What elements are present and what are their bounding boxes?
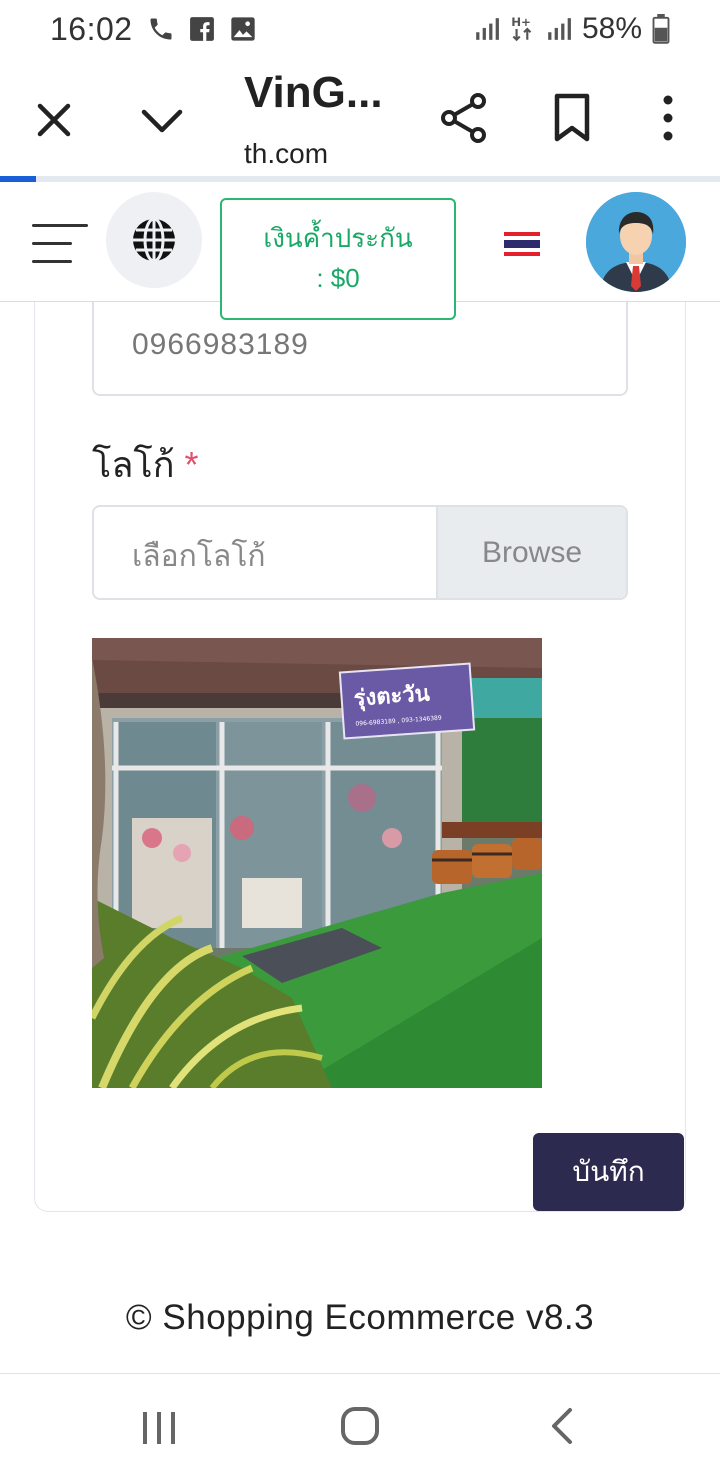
logo-file-placeholder: เลือกโลโก้ xyxy=(132,540,266,573)
browse-button[interactable]: Browse xyxy=(436,507,626,598)
url-text: th.com xyxy=(244,138,329,169)
close-icon[interactable] xyxy=(30,96,78,144)
home-icon[interactable] xyxy=(340,1406,380,1446)
save-button[interactable]: บันทึก xyxy=(533,1133,684,1211)
logo-label: โลโก้ * xyxy=(92,436,199,493)
gallery-icon xyxy=(230,17,255,41)
page-url[interactable]: th.com xyxy=(244,138,328,170)
data-icon: H+ xyxy=(511,15,532,42)
logo-file-input[interactable]: เลือกโลโก้ Browse xyxy=(92,505,628,600)
more-vert-icon[interactable] xyxy=(650,92,686,144)
deposit-label: เงินค้ำประกัน xyxy=(263,223,413,253)
phone-icon xyxy=(150,18,172,40)
logo-preview-image: รุ่งตะวัน 096-6983189 , 093-1346389 xyxy=(92,638,542,1088)
deposit-value: : $0 xyxy=(316,263,360,293)
browser-toolbar: VinG... th.com xyxy=(0,58,720,178)
back-icon[interactable] xyxy=(546,1406,578,1446)
menu-icon[interactable] xyxy=(32,222,88,266)
deposit-balance[interactable]: เงินค้ำประกัน : $0 xyxy=(220,198,456,320)
logo-label-text: โลโก้ xyxy=(92,444,175,485)
language-button[interactable] xyxy=(106,192,202,288)
signal-icon xyxy=(548,18,571,40)
system-nav-bar xyxy=(0,1373,720,1480)
footer-copyright: © Shopping Ecommerce v8.3 xyxy=(125,1298,595,1337)
status-time: 16:02 xyxy=(50,10,133,47)
facebook-icon xyxy=(189,17,214,41)
page-title[interactable]: VinG... xyxy=(244,68,383,118)
bookmark-icon[interactable] xyxy=(548,92,596,144)
svg-text:H+: H+ xyxy=(511,15,531,29)
avatar-icon[interactable] xyxy=(586,192,686,292)
signal-icon xyxy=(476,18,499,40)
battery-percent: 58% xyxy=(581,12,642,45)
app-header: เงินค้ำประกัน : $0 xyxy=(0,182,720,320)
battery-icon xyxy=(652,14,670,44)
required-mark: * xyxy=(184,444,199,485)
thai-flag-icon[interactable] xyxy=(504,232,540,256)
recent-apps-icon[interactable] xyxy=(140,1408,180,1448)
chevron-down-icon[interactable] xyxy=(138,96,186,144)
globe-icon xyxy=(133,217,175,263)
status-bar: 16:02 H+ 58% xyxy=(0,0,720,58)
share-icon[interactable] xyxy=(438,92,490,144)
